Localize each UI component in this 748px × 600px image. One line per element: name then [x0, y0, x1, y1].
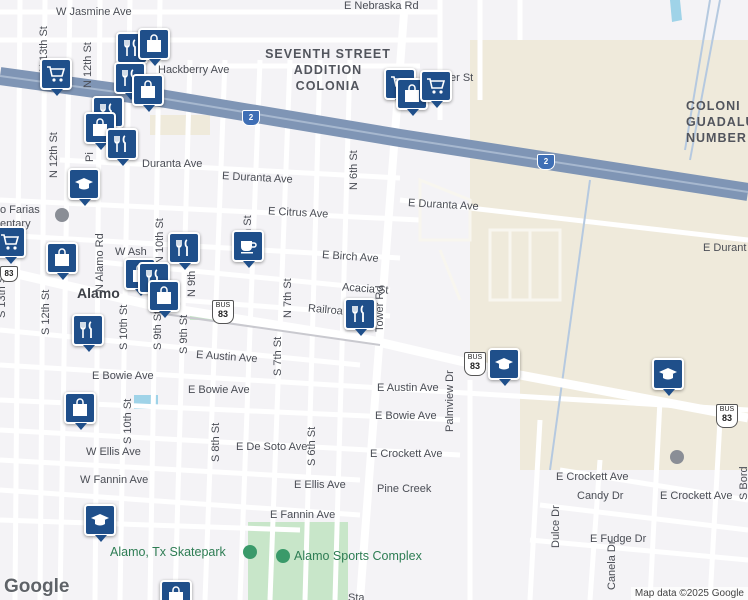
- school-pin[interactable]: [84, 504, 116, 542]
- sports-complex-poi-icon[interactable]: [276, 549, 290, 563]
- street-s-12th: S 12th St: [40, 289, 52, 335]
- street-w-fannin: W Fannin Ave: [80, 474, 149, 486]
- seventh-street-colonia-label: SEVENTH STREET ADDITION COLONIA: [265, 47, 391, 93]
- shopping-cart-icon: [427, 78, 446, 94]
- cafe-icon: [241, 241, 257, 254]
- street-n-10th: N 10th St: [154, 218, 166, 264]
- bus-83-shield-east: BUS 83: [716, 404, 738, 428]
- shopping-bag-icon: [147, 34, 161, 52]
- skatepark-poi-icon[interactable]: [243, 545, 257, 559]
- street-w-ash: W Ash: [115, 246, 147, 258]
- street-sta: Sta: [348, 592, 365, 600]
- street-e-durant-far: E Durant: [703, 242, 747, 254]
- street-n-7th: N 7th St: [282, 278, 294, 318]
- map-attribution: Map data ©2025 Google: [630, 587, 748, 600]
- street-s-9th-b: S 9th St: [178, 314, 190, 354]
- street-e-crockett-right1: E Crockett Ave: [556, 471, 629, 483]
- pond: [670, 0, 682, 22]
- restaurant-icon: [80, 321, 92, 338]
- street-e-fudge: E Fudge Dr: [590, 533, 647, 545]
- guadalupe-colonia-label: COLONI GUADALU NUMBER: [686, 99, 748, 145]
- street-e-crockett-right2: E Crockett Ave: [660, 490, 733, 502]
- school-icon: [75, 178, 93, 190]
- restaurant-icon: [114, 135, 126, 152]
- shopping-bag-pin[interactable]: [148, 280, 180, 318]
- street-pi: Pi: [84, 152, 96, 162]
- restaurant-icon: [176, 239, 188, 256]
- street-dulce: Dulce Dr: [550, 505, 562, 548]
- street-e-bowie-w: E Bowie Ave: [92, 370, 154, 382]
- google-logo: Google: [4, 576, 70, 597]
- street-s-10th-a: S 10th St: [118, 304, 130, 350]
- shopping-bag-icon: [55, 248, 69, 266]
- shopping-cart-pin[interactable]: [420, 70, 452, 108]
- shopping-bag-pin[interactable]: [138, 28, 170, 66]
- street-n-9th: N 9th: [186, 270, 198, 297]
- school-icon: [495, 358, 513, 370]
- school-icon: [659, 368, 677, 380]
- shopping-bag-icon: [157, 286, 171, 304]
- street-e-austin-right: E Austin Ave: [377, 382, 439, 394]
- shopping-bag-pin[interactable]: [64, 392, 96, 430]
- street-s-6th: S 6th St: [306, 426, 318, 466]
- shopping-cart-pin[interactable]: [40, 58, 72, 96]
- map-canvas[interactable]: SEVENTH STREET ADDITION COLONIA COLONI G…: [0, 0, 748, 600]
- street-n-12th-left: N 12th St: [48, 132, 60, 178]
- street-canela: Canela Dr: [606, 540, 618, 590]
- shopping-cart-pin[interactable]: [0, 226, 26, 264]
- street-pine-creek: Pine Creek: [377, 483, 432, 495]
- street-e-ellis: E Ellis Ave: [294, 479, 346, 491]
- restaurant-pin[interactable]: [168, 232, 200, 270]
- shopping-bag-icon: [405, 84, 419, 102]
- street-e-de-soto: E De Soto Ave: [236, 441, 308, 453]
- school-icon: [91, 514, 109, 526]
- restaurant-pin[interactable]: [72, 314, 104, 352]
- school-pin[interactable]: [68, 168, 100, 206]
- street-e-crockett-mid: E Crockett Ave: [370, 448, 443, 460]
- shopping-cart-icon: [47, 66, 66, 82]
- street-s-7th: S 7th St: [272, 336, 284, 376]
- street-hackberry: Hackberry Ave: [158, 64, 230, 76]
- street-n-6th: N 6th St: [348, 150, 360, 190]
- restaurant-pin[interactable]: [344, 298, 376, 336]
- restaurant-pin[interactable]: [106, 128, 138, 166]
- street-s-10th-b: S 10th St: [122, 398, 134, 444]
- interstate-2-shield-east: 2: [537, 154, 555, 170]
- street-w-ellis: W Ellis Ave: [86, 446, 141, 458]
- school-pin[interactable]: [652, 358, 684, 396]
- school-poi-icon-right[interactable]: [670, 450, 684, 464]
- street-s-8th: S 8th St: [210, 422, 222, 462]
- shopping-cart-icon: [1, 234, 20, 250]
- street-w-jasmine: W Jasmine Ave: [56, 6, 132, 18]
- street-n-alamo: N Alamo Rd: [94, 233, 106, 292]
- street-e-bowie-right: E Bowie Ave: [375, 410, 437, 422]
- street-n-12th-top: N 12th St: [82, 42, 94, 88]
- school-pin[interactable]: [488, 348, 520, 386]
- skatepark-label: Alamo, Tx Skatepark: [110, 545, 226, 559]
- street-er-st: er St: [450, 72, 474, 84]
- street-e-fannin: E Fannin Ave: [270, 509, 336, 521]
- street-e-nebraska: E Nebraska Rd: [344, 0, 419, 12]
- street-palmview: Palmview Dr: [444, 370, 456, 432]
- restaurant-icon: [352, 305, 364, 322]
- shopping-bag-pin[interactable]: [160, 580, 192, 600]
- us-83-shield: 83: [0, 266, 18, 282]
- bus-83-shield: BUS 83: [212, 300, 234, 324]
- shopping-bag-pin[interactable]: [132, 74, 164, 112]
- street-e-bowie-mid: E Bowie Ave: [188, 384, 250, 396]
- shopping-bag-icon: [141, 80, 155, 98]
- interstate-2-shield: 2: [242, 110, 260, 126]
- street-s-bord: S Bord: [738, 466, 748, 500]
- street-duranta-w: Duranta Ave: [142, 158, 203, 170]
- shopping-bag-icon: [169, 586, 183, 600]
- shopping-bag-icon: [73, 398, 87, 416]
- school-poi-icon[interactable]: [55, 208, 69, 222]
- bus-83-shield-mid: BUS 83: [464, 352, 486, 376]
- street-candy: Candy Dr: [577, 490, 624, 502]
- shopping-bag-pin[interactable]: [46, 242, 78, 280]
- sports-complex-label: Alamo Sports Complex: [294, 549, 422, 563]
- cafe-pin[interactable]: [232, 230, 264, 268]
